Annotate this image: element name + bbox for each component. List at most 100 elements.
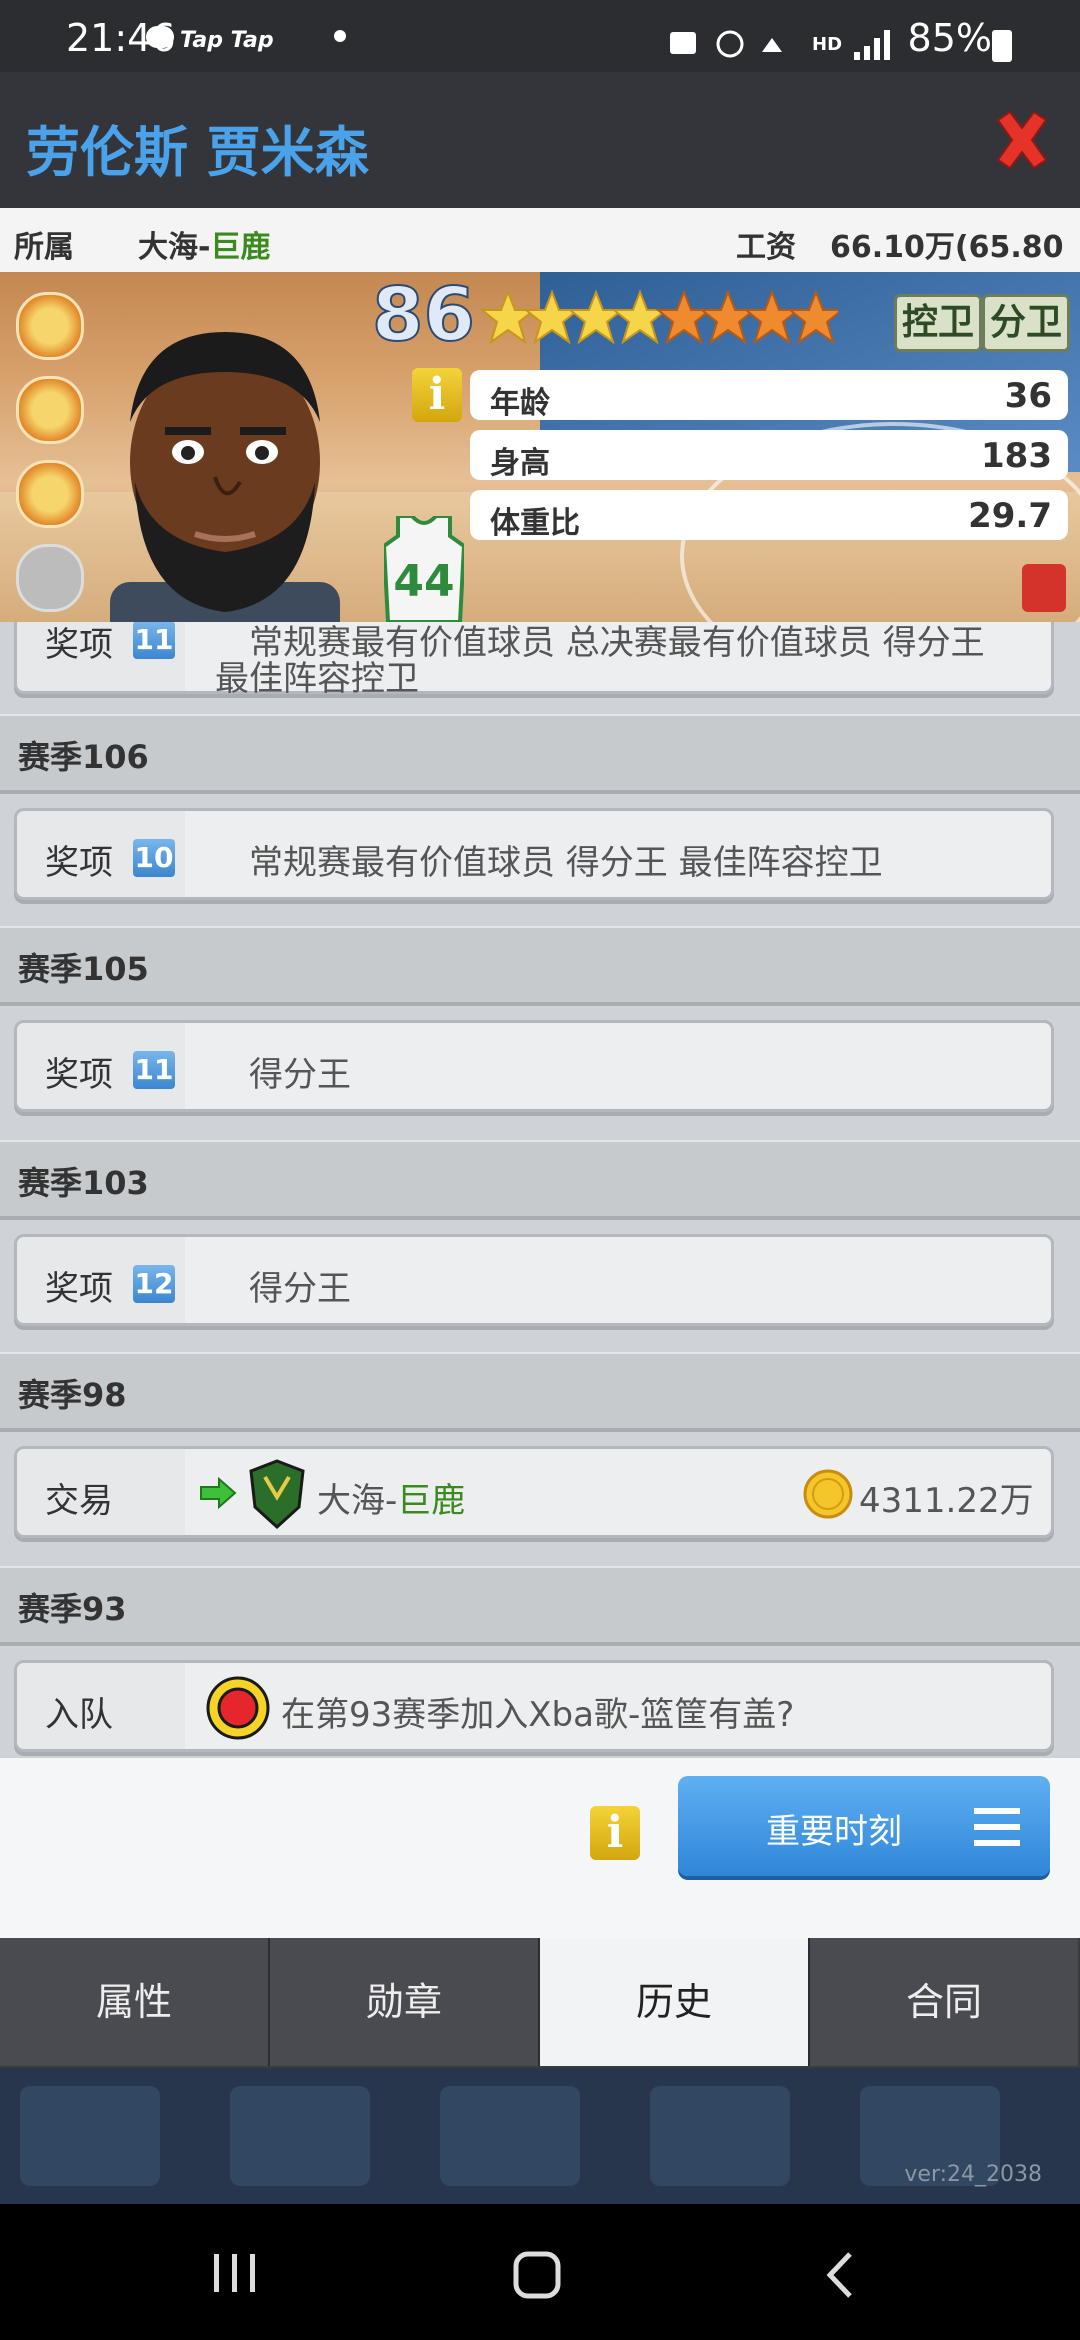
team-value: 大海-巨鹿	[138, 222, 270, 266]
season-header: 赛季98	[0, 1352, 1080, 1428]
row-text: 最佳阵容控卫	[215, 659, 419, 699]
player-rating: 86	[371, 272, 476, 359]
season-title: 赛季105	[18, 950, 149, 988]
stat-key: 身高	[490, 446, 550, 481]
tab-medals[interactable]: 勋章	[270, 1938, 540, 2066]
tab-bar: 属性 勋章 历史 合同	[0, 1938, 1080, 2068]
team-prefix: 大海-	[317, 1481, 398, 1521]
award-count: 11	[133, 622, 175, 659]
trade-amount: 4311.22万	[859, 1481, 1034, 1521]
battery-icon	[992, 30, 1012, 62]
skill-badge-icon[interactable]	[16, 460, 84, 528]
tab-contract[interactable]: 合同	[810, 1938, 1078, 2066]
stat-value: 36	[1004, 376, 1052, 416]
join-team-logo-icon	[206, 1676, 270, 1740]
skill-badge-icon[interactable]	[16, 292, 84, 360]
list-item: 奖项 12 得分王	[14, 1234, 1054, 1326]
status-icons	[670, 30, 782, 58]
close-icon[interactable]	[990, 108, 1054, 172]
menu-icon	[974, 1808, 1020, 1846]
team-logo-icon	[249, 1459, 305, 1530]
row-label: 奖项	[45, 843, 113, 883]
row-text: 常规赛最有价值球员 得分王 最佳阵容控卫	[249, 843, 883, 883]
row-label: 交易	[45, 1481, 113, 1521]
season-title: 赛季98	[18, 1376, 127, 1414]
trade-team: 大海-巨鹿	[317, 1473, 465, 1522]
dock-button[interactable]	[230, 2086, 370, 2186]
season-header: 赛季93	[0, 1566, 1080, 1642]
stat-row-age: 年龄 36	[470, 370, 1068, 421]
team-prefix: 大海-	[138, 230, 211, 265]
moments-button-label: 重要时刻	[766, 1812, 902, 1852]
player-header: 劳伦斯 贾米森	[0, 72, 1080, 208]
history-info-button[interactable]: i	[590, 1806, 640, 1860]
wechat-icon	[146, 26, 174, 48]
taptap-label: Tap Tap	[180, 28, 274, 53]
row-text: 得分王	[249, 1269, 351, 1309]
player-name: 劳伦斯 贾米森	[26, 121, 369, 184]
back-icon[interactable]	[820, 2250, 860, 2300]
dock-button[interactable]	[440, 2086, 580, 2186]
jersey-number: 44	[393, 556, 455, 607]
team-name: 巨鹿	[210, 230, 271, 265]
team-name: 巨鹿	[397, 1481, 466, 1521]
join-row: 入队 在第93赛季加入Xba歌-篮筐有盖?	[14, 1660, 1054, 1752]
team-salary-bar: 所属 大海-巨鹿 工资 66.10万(65.80万)	[0, 208, 1080, 309]
award-count: 10	[133, 839, 175, 877]
row-label: 奖项	[45, 1269, 113, 1309]
list-item: 奖项 11 常规赛最有价值球员 总决赛最有价值球员 得分王 最佳阵容控卫	[14, 622, 1054, 699]
arrow-right-icon	[200, 1477, 237, 1509]
season-header: 赛季106	[0, 714, 1080, 790]
star-rating	[479, 289, 838, 345]
player-avatar	[110, 332, 340, 622]
home-icon[interactable]	[512, 2250, 562, 2300]
list-item: 奖项 10 常规赛最有价值球员 得分王 最佳阵容控卫	[14, 808, 1054, 900]
player-info-button[interactable]: i	[412, 368, 462, 422]
stat-key: 年龄	[490, 386, 550, 421]
notification-dot-icon	[334, 30, 346, 42]
position-tag: 控卫	[894, 294, 982, 352]
recents-icon[interactable]	[210, 2252, 260, 2294]
row-text: 得分王	[249, 1055, 351, 1095]
stat-key: 体重比	[490, 506, 580, 541]
tab-attributes[interactable]: 属性	[0, 1938, 270, 2066]
fire-icon[interactable]	[1022, 564, 1066, 612]
team-key: 所属	[14, 230, 74, 265]
player-card: 86 控卫 分卫 i 年龄 36 身高 183 体重比 29.7 44	[0, 272, 1080, 622]
system-nav-bar	[0, 2204, 1080, 2340]
row-label: 奖项	[45, 1055, 113, 1095]
stat-row-height: 身高 183	[470, 430, 1068, 481]
history-list[interactable]: 奖项 11 常规赛最有价值球员 总决赛最有价值球员 得分王 最佳阵容控卫 赛季1…	[0, 622, 1080, 1758]
salary-key: 工资	[736, 230, 796, 265]
row-text: 在第93赛季加入Xba歌-篮筐有盖?	[281, 1695, 795, 1735]
trade-row: 交易 大海-巨鹿 4311.22万	[14, 1446, 1054, 1538]
row-label: 奖项	[45, 625, 113, 665]
dock-button[interactable]	[20, 2086, 160, 2186]
season-title: 赛季103	[18, 1164, 149, 1202]
season-title: 赛季93	[18, 1590, 127, 1628]
stat-value: 29.7	[968, 496, 1052, 536]
coin-icon	[803, 1469, 853, 1519]
dock-button[interactable]	[650, 2086, 790, 2186]
tab-history[interactable]: 历史	[540, 1938, 810, 2066]
award-count: 12	[133, 1265, 175, 1303]
signal-icon	[854, 30, 890, 60]
battery-percent: 85%	[907, 16, 992, 60]
version-label: ver:24_2038	[904, 2162, 1042, 2187]
stat-value: 183	[981, 436, 1052, 476]
game-dock: ver:24_2038	[0, 2068, 1080, 2204]
skill-badge-icon[interactable]	[16, 376, 84, 444]
row-label: 入队	[45, 1695, 113, 1735]
action-bar: i 重要时刻	[0, 1758, 1080, 1938]
award-count: 11	[133, 1051, 175, 1089]
season-header: 赛季103	[0, 1140, 1080, 1216]
network-type: HD	[812, 34, 843, 55]
position-tag: 分卫	[982, 294, 1070, 352]
locked-badge-icon[interactable]	[16, 544, 84, 612]
stat-row-weight: 体重比 29.7	[470, 490, 1068, 541]
status-bar: 21:46 Tap Tap HD 85%	[0, 0, 1080, 72]
list-item: 奖项 11 得分王	[14, 1020, 1054, 1112]
moments-button[interactable]: 重要时刻	[678, 1776, 1050, 1876]
season-header: 赛季105	[0, 926, 1080, 1002]
season-title: 赛季106	[18, 738, 149, 776]
